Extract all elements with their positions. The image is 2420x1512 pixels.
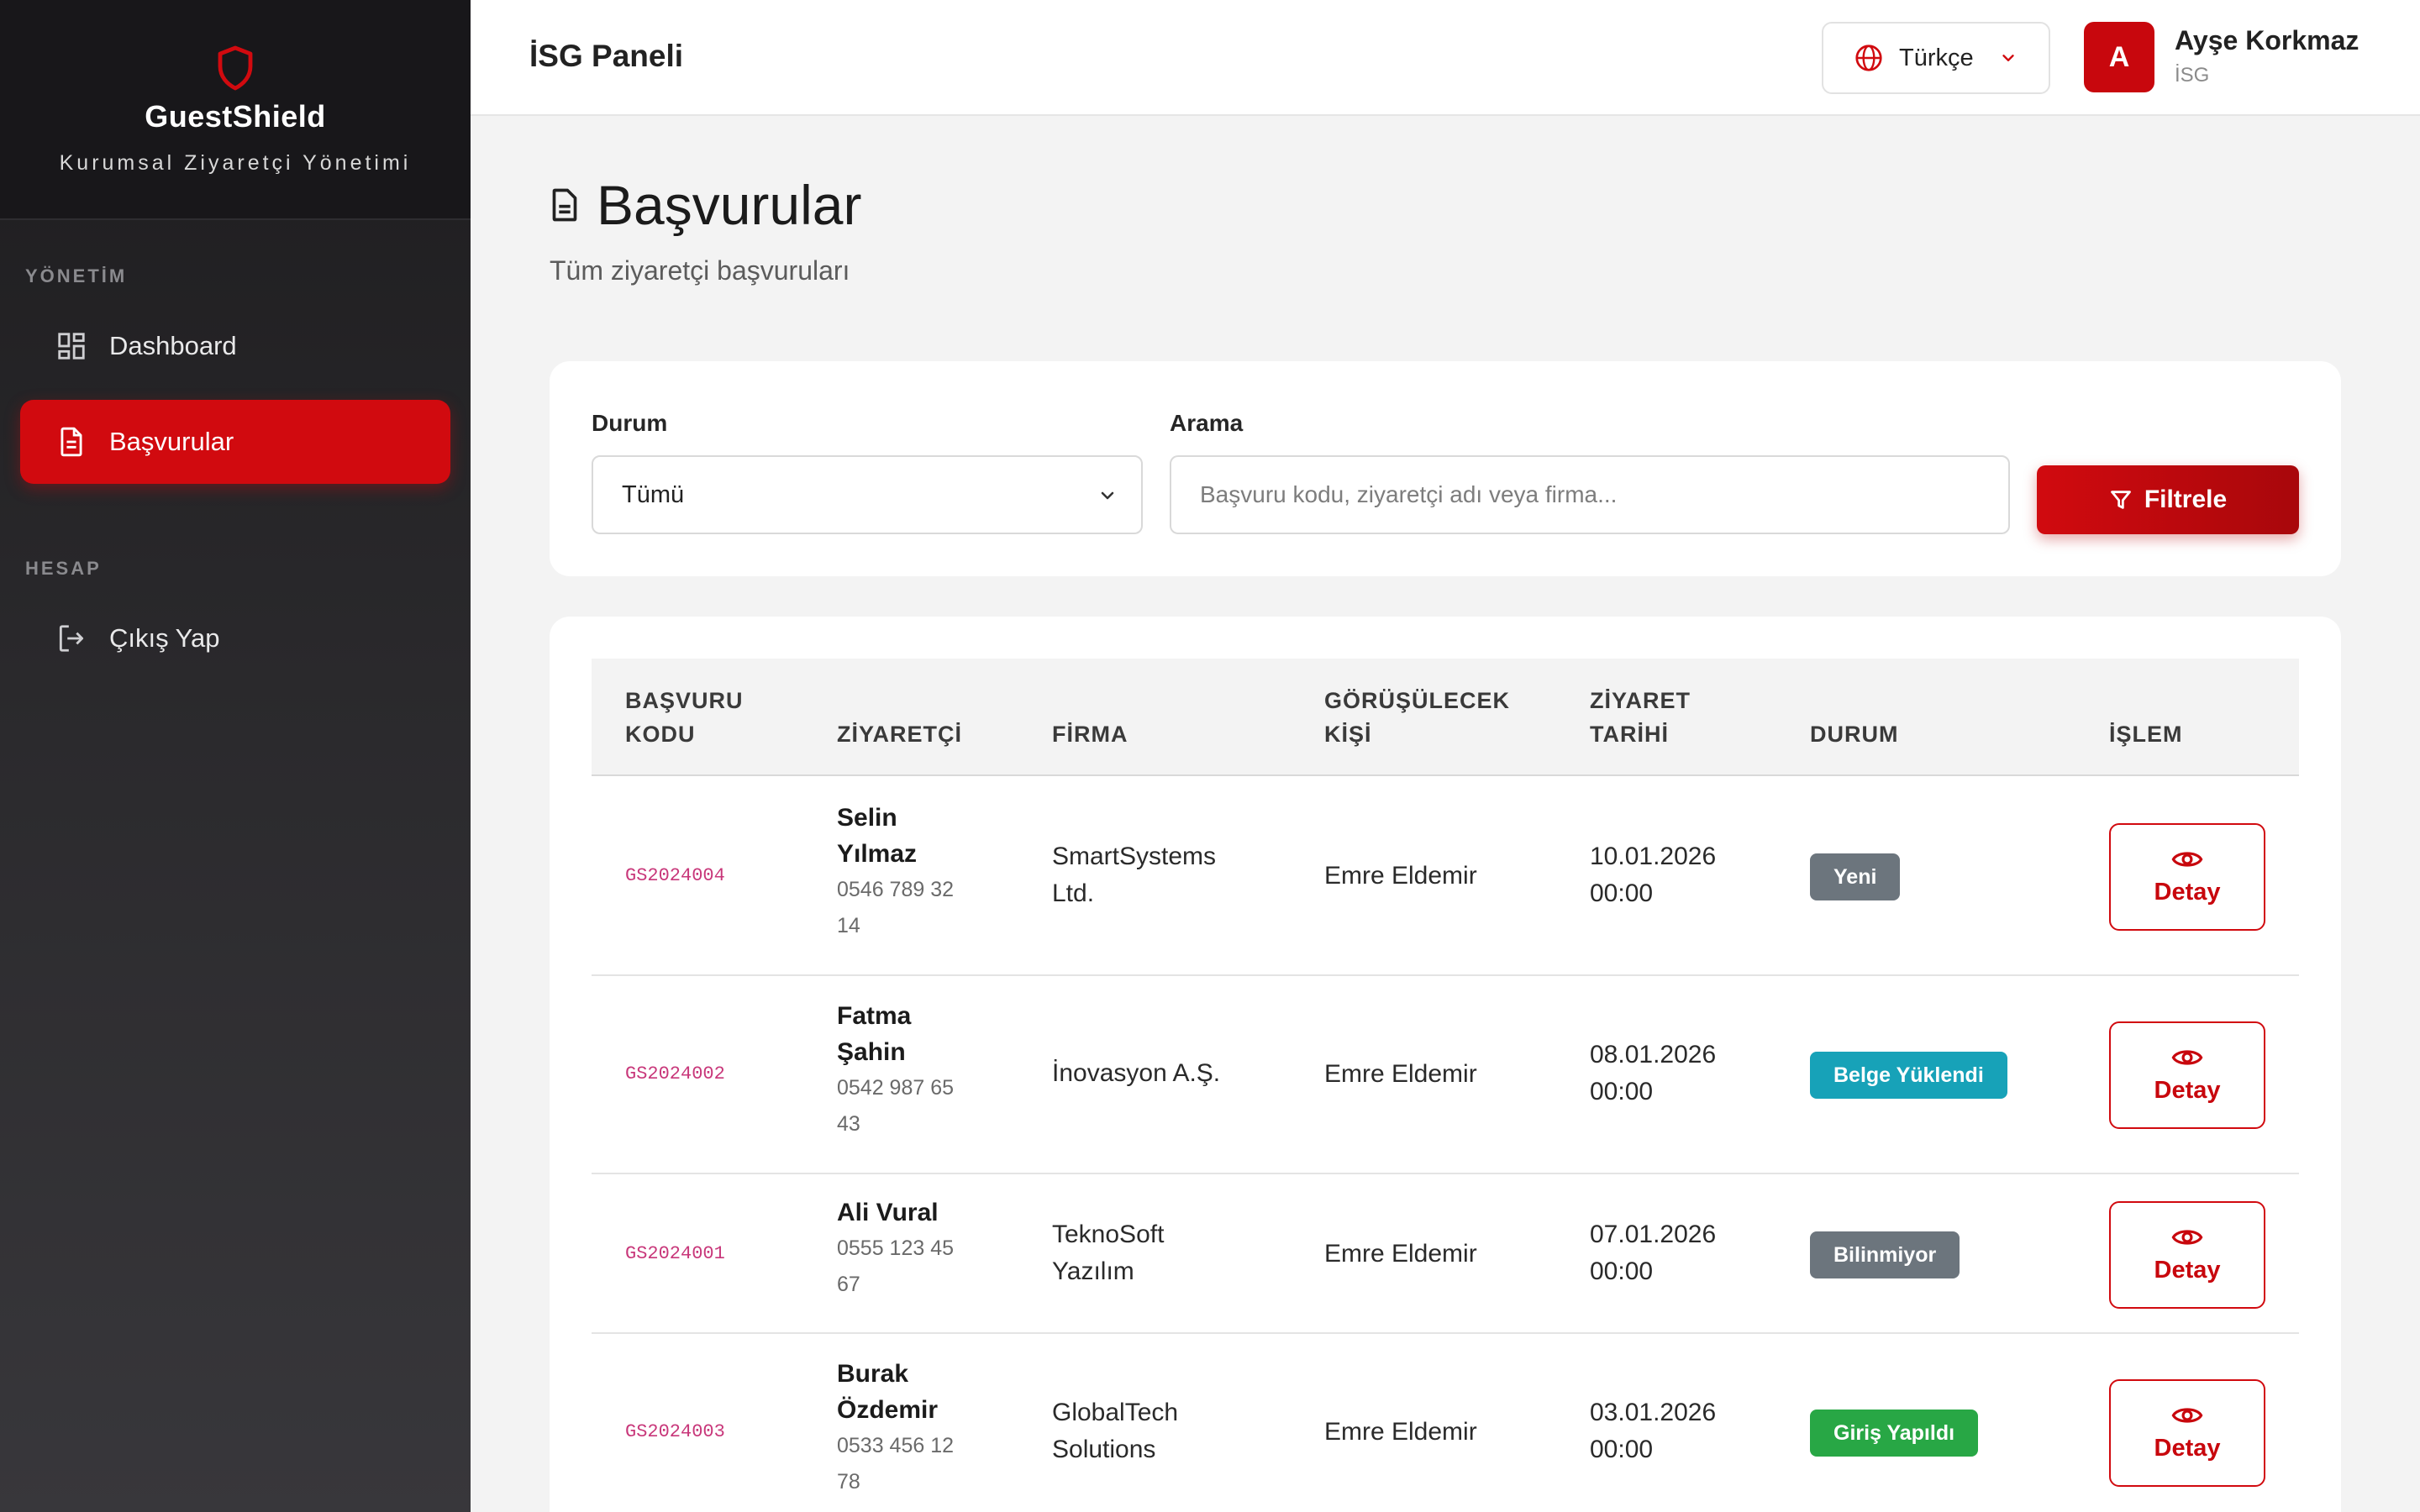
sidebar-item-dashboard[interactable]: Dashboard [20,304,450,388]
filter-button-label: Filtrele [2144,486,2228,513]
contact-person: Emre Eldemir [1324,1418,1477,1446]
sidebar-item-label: Dashboard [109,331,237,360]
sidebar-item-applications[interactable]: Başvurular [20,400,450,484]
search-input[interactable] [1170,455,2010,534]
company-name: TeknoSoft Yazılım [1052,1221,1165,1285]
table-row: GS2024004 Selin Yılmaz 0546 789 32 14 Smar… [592,778,2299,976]
column-header-visit-date: ZİYARET TARİHİ [1590,688,1691,747]
visitor-cell: Ali Vural 0555 123 45 67 [837,1194,980,1303]
detail-button[interactable]: Detay [2109,1379,2265,1487]
page-title-text: Başvurular [597,174,862,236]
column-header-visitor: ZİYARETÇİ [837,722,963,747]
eye-icon [2171,851,2203,867]
status-badge: Bilinmiyor [1810,1231,1960,1278]
detail-button[interactable]: Detay [2109,823,2265,931]
brand-name: GuestShield [145,99,326,134]
detail-button-label: Detay [2154,1434,2221,1462]
detail-button[interactable]: Detay [2109,1201,2265,1309]
visitor-phone: 0555 123 45 67 [837,1236,955,1296]
page-title: Başvurular [550,173,861,237]
chevron-down-icon [1101,491,1114,500]
visitor-name: Burak Özdemir [837,1360,939,1424]
chevron-down-icon [2002,55,2014,61]
column-header-code: BAŞVURU KODU [625,688,744,747]
sidebar: GuestShield Kurumsal Ziyaretçi Yönetimi … [0,0,471,1512]
brand: GuestShield Kurumsal Ziyaretçi Yönetimi [0,0,471,220]
eye-icon [2171,1229,2203,1245]
company-name: İnovasyon A.Ş. [1052,1059,1221,1087]
visitor-cell: Fatma Şahin 0542 987 65 43 [837,998,980,1142]
visit-date: 10.01.2026 00:00 [1590,843,1717,907]
shield-icon [218,45,253,91]
brand-subtitle: Kurumsal Ziyaretçi Yönetimi [59,151,412,175]
user-role: İSG [2175,64,2210,87]
filter-icon [2110,491,2131,509]
detail-button-label: Detay [2154,1076,2221,1104]
contact-person: Emre Eldemir [1324,1240,1477,1268]
status-filter-label: Durum [592,410,668,436]
visitor-phone: 0533 456 12 78 [837,1434,955,1494]
column-header-action: İŞLEM [2109,722,2183,747]
visitor-phone: 0546 789 32 14 [837,878,955,937]
visit-date: 03.01.2026 00:00 [1590,1399,1717,1463]
language-label: Türkçe [1899,44,1974,71]
detail-button[interactable]: Detay [2109,1021,2265,1129]
nav-section-management: YÖNETİM [25,265,128,286]
column-header-contact-person: GÖRÜŞÜLECEK KİŞİ [1324,688,1511,747]
sidebar-item-label: Çıkış Yap [109,623,220,653]
column-header-company: FİRMA [1052,722,1128,747]
table-row: GS2024001 Ali Vural 0555 123 45 67 TeknoS… [592,1174,2299,1334]
logout-icon [59,625,84,652]
visit-date: 07.01.2026 00:00 [1590,1221,1717,1285]
document-icon [552,188,577,222]
visit-date: 08.01.2026 00:00 [1590,1041,1717,1105]
table-header: BAŞVURU KODU ZİYARETÇİ FİRMA GÖRÜŞÜLECEK K… [592,659,2299,776]
contact-person: Emre Eldemir [1324,1060,1477,1088]
status-badge: Belge Yüklendi [1810,1052,2007,1099]
status-select-value: Tümü [622,480,685,508]
detail-button-label: Detay [2154,878,2221,906]
application-code: GS2024002 [625,1063,725,1084]
visitor-name: Selin Yılmaz [837,804,918,868]
search-label: Arama [1170,410,1244,436]
company-name: SmartSystems Ltd. [1052,843,1217,907]
detail-button-label: Detay [2154,1256,2221,1284]
company-name: GlobalTech Solutions [1052,1399,1179,1463]
visitor-phone: 0542 987 65 43 [837,1076,955,1136]
sidebar-item-logout[interactable]: Çıkış Yap [20,596,450,680]
eye-icon [2171,1407,2203,1423]
visitor-name: Ali Vural [837,1199,939,1226]
top-header: İSG Paneli Türkçe A Ayşe Korkmaz İSG [471,0,2420,116]
status-badge: Giriş Yapıldı [1810,1410,1979,1457]
table-row: GS2024002 Fatma Şahin 0542 987 65 43 İnova… [592,976,2299,1174]
filter-card: Durum Arama Tümü Filtrele [550,361,2341,576]
application-code: GS2024003 [625,1421,725,1442]
application-code: GS2024004 [625,865,725,886]
contact-person: Emre Eldemir [1324,862,1477,890]
filter-button[interactable]: Filtrele [2037,465,2299,534]
visitor-name: Fatma Şahin [837,1002,912,1066]
dashboard-icon [58,333,85,360]
application-code: GS2024001 [625,1243,725,1264]
column-header-status: DURUM [1810,722,1899,747]
status-badge: Yeni [1810,853,1901,900]
header-title: İSG Paneli [529,39,684,73]
visitor-cell: Burak Özdemir 0533 456 12 78 [837,1356,980,1500]
nav-section-account: HESAP [25,558,102,579]
document-icon [60,427,82,457]
avatar[interactable]: A [2084,22,2154,92]
sidebar-item-label: Başvurular [109,427,234,456]
eye-icon [2171,1049,2203,1065]
visitor-cell: Selin Yılmaz 0546 789 32 14 [837,800,980,944]
globe-icon [1855,45,1882,71]
table-row: GS2024003 Burak Özdemir 0533 456 12 78 Glo… [592,1334,2299,1512]
status-select[interactable]: Tümü [592,455,1143,534]
applications-table: BAŞVURU KODU ZİYARETÇİ FİRMA GÖRÜŞÜLECEK K… [550,617,2341,1512]
language-selector[interactable]: Türkçe [1822,22,2050,94]
page-subtitle: Tüm ziyaretçi başvuruları [550,255,850,286]
user-name: Ayşe Korkmaz [2175,25,2360,55]
